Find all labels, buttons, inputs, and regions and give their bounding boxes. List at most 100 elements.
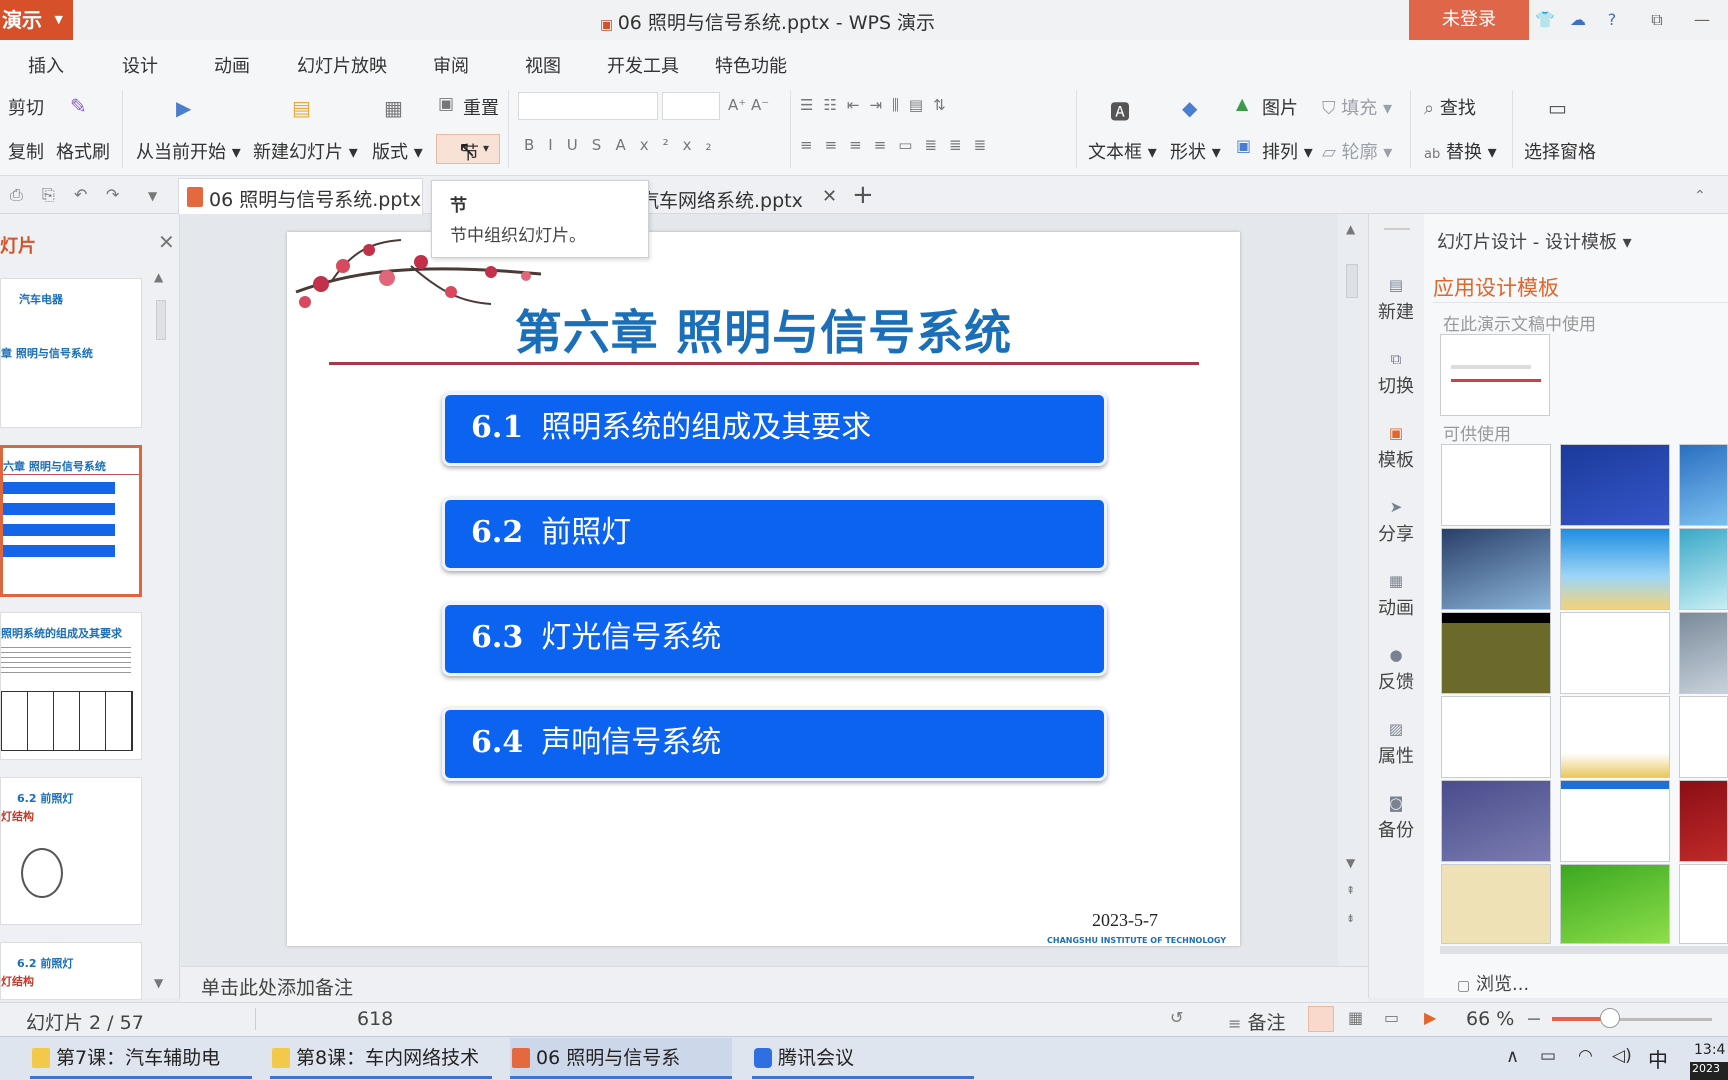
font-name-select[interactable]: [518, 92, 658, 120]
arrange-button[interactable]: 排列 ▾: [1262, 138, 1313, 164]
template-thumb[interactable]: [1560, 612, 1670, 694]
template-thumb[interactable]: [1560, 528, 1670, 610]
template-in-use[interactable]: [1440, 334, 1550, 416]
thumbnail-scrollbar[interactable]: ▲ ▼: [152, 270, 170, 990]
slide[interactable]: 第六章 照明与信号系统 6.1 照明系统的组成及其要求 6.2 前照灯 6.3 灯光信…: [287, 232, 1240, 946]
rail-transition[interactable]: ⧉ 切换: [1368, 350, 1424, 398]
taskbar-item-tencent-meeting[interactable]: 腾讯会议: [752, 1038, 974, 1078]
menu-slideshow[interactable]: 幻灯片放映: [297, 52, 387, 78]
slide-sorter-icon[interactable]: ▦: [1348, 1008, 1363, 1027]
slide-thumbnail-4[interactable]: 6.2 前照灯 灯结构: [0, 777, 142, 925]
clock[interactable]: 13:4 2023: [1690, 1040, 1728, 1080]
chevron-down-icon[interactable]: ▼: [148, 189, 157, 203]
login-button[interactable]: 未登录: [1409, 0, 1529, 40]
reset-button[interactable]: 重置: [463, 94, 499, 120]
app-menu-button[interactable]: 演示 ▼: [0, 0, 73, 40]
volume-icon[interactable]: ◁): [1612, 1046, 1632, 1066]
slide-item-6-2[interactable]: 6.2 前照灯: [442, 497, 1107, 571]
notes-pane[interactable]: 单击此处添加备注: [181, 966, 1368, 1002]
zoom-out-icon[interactable]: −: [1526, 1008, 1542, 1030]
slide-item-6-1[interactable]: 6.1 照明系统的组成及其要求: [442, 392, 1107, 466]
panel-header[interactable]: 幻灯片设计 - 设计模板 ▾: [1437, 228, 1632, 254]
menu-insert[interactable]: 插入: [28, 52, 64, 78]
layout-button[interactable]: 版式 ▾: [372, 138, 423, 164]
from-current-button[interactable]: 从当前开始 ▾: [136, 138, 241, 164]
zoom-slider-handle[interactable]: [1599, 1008, 1620, 1028]
fill-button[interactable]: ⛉ 填充 ▾: [1322, 94, 1392, 120]
slide-item-6-3[interactable]: 6.3 灯光信号系统: [442, 602, 1107, 676]
rail-template[interactable]: ▣ 模板: [1368, 424, 1424, 472]
zoom-level[interactable]: 66 %: [1466, 1008, 1514, 1030]
restore-icon[interactable]: ⧉: [1645, 8, 1669, 32]
menu-review[interactable]: 审阅: [433, 52, 469, 78]
template-scrollbar[interactable]: [1440, 946, 1728, 954]
template-thumb[interactable]: [1560, 780, 1670, 862]
help-icon[interactable]: ?: [1600, 8, 1624, 32]
template-thumb[interactable]: [1560, 444, 1670, 526]
outline-button[interactable]: ▱ 轮廓 ▾: [1322, 138, 1392, 164]
scrollbar-thumb[interactable]: [1346, 264, 1358, 298]
normal-view-icon[interactable]: [1308, 1006, 1334, 1032]
collapse-ribbon-icon[interactable]: ⌃: [1694, 188, 1706, 204]
template-thumb[interactable]: [1679, 612, 1728, 694]
template-thumb[interactable]: [1679, 444, 1728, 526]
taskbar-item-lesson7[interactable]: 第7课：汽车辅助电器...: [30, 1038, 252, 1078]
minimize-icon[interactable]: —: [1690, 8, 1714, 32]
template-thumb[interactable]: [1679, 864, 1728, 944]
template-thumb[interactable]: [1679, 528, 1728, 610]
preview-icon[interactable]: ⎘: [42, 185, 55, 205]
rail-properties[interactable]: ▨ 属性: [1368, 720, 1424, 768]
template-thumb[interactable]: [1441, 696, 1551, 778]
shape-button[interactable]: 形状 ▾: [1170, 138, 1221, 164]
text-format-buttons[interactable]: BIUSAx²x₂: [524, 136, 726, 154]
menu-features[interactable]: 特色功能: [715, 52, 787, 78]
template-thumb[interactable]: [1441, 528, 1551, 610]
tab-document-network[interactable]: 汽车网络系统.pptx: [640, 186, 803, 213]
skin-icon[interactable]: 👕: [1533, 8, 1557, 32]
next-slide-icon[interactable]: ⇟: [1346, 912, 1355, 925]
new-tab-icon[interactable]: +: [852, 180, 874, 210]
cut-button[interactable]: 剪切: [8, 94, 44, 120]
slideshow-icon[interactable]: ▶: [1424, 1008, 1436, 1027]
menu-design[interactable]: 设计: [122, 52, 158, 78]
taskbar-item-wps[interactable]: 06 照明与信号系统.p...: [510, 1038, 732, 1078]
tray-expand-icon[interactable]: ∧: [1506, 1046, 1519, 1067]
template-thumb[interactable]: [1441, 612, 1551, 694]
textbox-button[interactable]: 文本框 ▾: [1088, 138, 1157, 164]
share-icon[interactable]: ☁: [1566, 8, 1590, 32]
history-icon[interactable]: ↺: [1170, 1008, 1183, 1027]
template-thumb[interactable]: [1560, 864, 1670, 944]
list-buttons[interactable]: ☰☷⇤⇥⫼▤⇅: [800, 96, 956, 114]
menu-animation[interactable]: 动画: [214, 52, 250, 78]
template-thumb[interactable]: [1441, 864, 1551, 944]
taskbar-item-lesson8[interactable]: 第8课：车内网络技术: [270, 1038, 492, 1078]
redo-icon[interactable]: ↷: [106, 185, 119, 204]
scrollbar-thumb[interactable]: [156, 300, 166, 340]
close-tab-icon[interactable]: ✕: [822, 186, 837, 207]
copy-button[interactable]: 复制: [8, 138, 44, 164]
menu-view[interactable]: 视图: [525, 52, 561, 78]
scroll-down-icon[interactable]: ▼: [154, 976, 163, 990]
rail-new[interactable]: ▤ 新建: [1368, 276, 1424, 324]
find-button[interactable]: ⌕ 查找: [1424, 94, 1476, 120]
new-slide-button[interactable]: 新建幻灯片 ▾: [253, 138, 358, 164]
slide-thumbnail-3[interactable]: 照明系统的组成及其要求: [0, 612, 142, 760]
slide-title[interactable]: 第六章 照明与信号系统: [287, 294, 1240, 363]
template-thumb[interactable]: [1560, 696, 1670, 778]
picture-button[interactable]: 图片: [1262, 94, 1298, 120]
slide-item-6-4[interactable]: 6.4 声响信号系统: [442, 707, 1107, 781]
selection-pane-button[interactable]: 选择窗格: [1524, 138, 1596, 164]
rail-animation[interactable]: ▦ 动画: [1368, 572, 1424, 620]
template-thumb[interactable]: [1441, 444, 1551, 526]
tab-document-06[interactable]: 06 照明与信号系统.pptx: [178, 178, 423, 214]
menu-developer[interactable]: 开发工具: [607, 52, 679, 78]
rail-backup[interactable]: ◙ 备份: [1368, 794, 1424, 842]
template-thumb[interactable]: [1679, 696, 1728, 778]
font-size-select[interactable]: [662, 92, 720, 120]
reading-view-icon[interactable]: ▭: [1384, 1008, 1399, 1027]
rail-feedback[interactable]: ● 反馈: [1368, 646, 1424, 694]
print-icon[interactable]: ⎙: [10, 185, 23, 205]
slide-thumbnail-5[interactable]: 6.2 前照灯 灯结构: [0, 942, 142, 1000]
ime-indicator[interactable]: 中: [1648, 1044, 1668, 1073]
rail-share[interactable]: ➤ 分享: [1368, 498, 1424, 546]
